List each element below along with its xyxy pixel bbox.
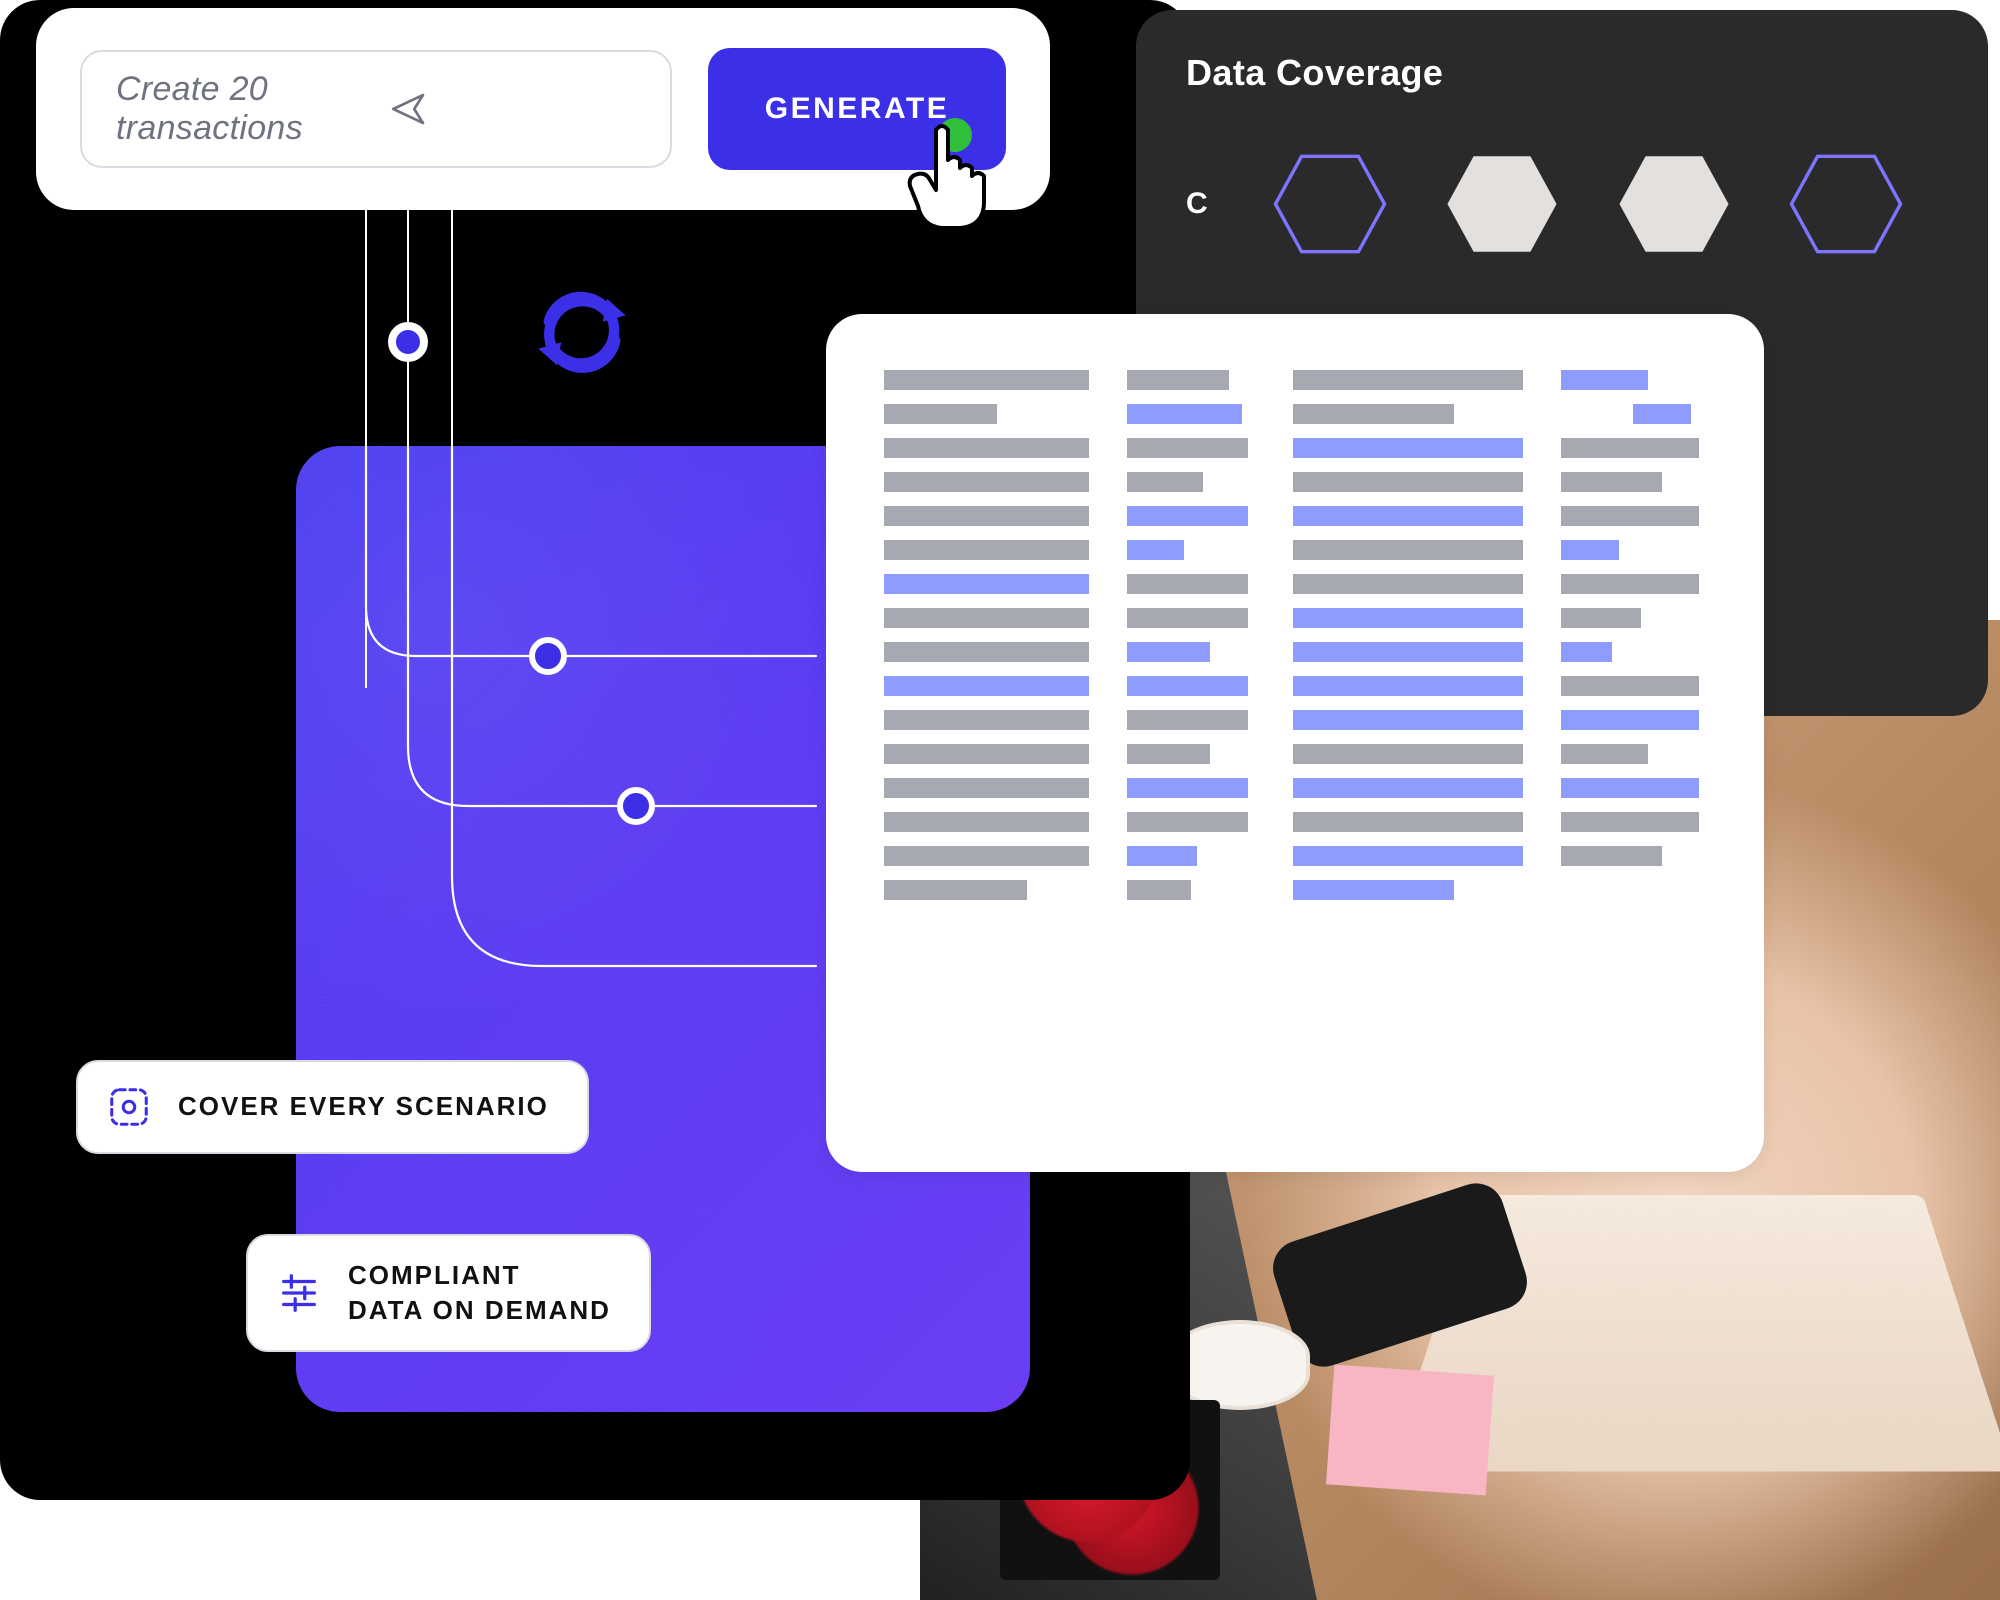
table-cell [1293,506,1523,526]
table-cell [884,438,1089,458]
table-cell [884,744,1089,764]
table-cell [1127,846,1255,866]
table-cell [1293,676,1523,696]
table-cell [1293,608,1523,628]
generate-card: Create 20 transactions GENERATE [36,8,1050,210]
table-cell [1293,370,1523,390]
table-cell [1127,472,1255,492]
table-cell [1127,404,1255,424]
table-cell [1561,778,1706,798]
table-cell [1561,540,1706,560]
table-cell [1293,404,1523,424]
table-cell [884,608,1089,628]
scan-icon [106,1084,152,1130]
table-cell [1561,608,1706,628]
table-cell [884,846,1089,866]
table-cell [1561,676,1706,696]
table-cell [1127,710,1255,730]
table-cell [884,404,1089,424]
table-cell [1561,438,1706,458]
table-cell [884,710,1089,730]
table-cell [1561,812,1706,832]
table-cell [1127,676,1255,696]
coverage-row-label: C [1186,187,1216,221]
table-cell [1127,642,1255,662]
table-cell [1561,642,1706,662]
table-cell [884,778,1089,798]
photo-sticky-note [1326,1365,1494,1496]
table-cell [1293,744,1523,764]
hexagon-icon [1616,154,1732,254]
hexagon-icon [1788,154,1904,254]
feature-label: COMPLIANT DATA ON DEMAND [348,1258,611,1328]
prompt-input[interactable]: Create 20 transactions [80,50,672,168]
table-cell [1561,472,1706,492]
table-cell [1293,540,1523,560]
feature-compliant-data-on-demand: COMPLIANT DATA ON DEMAND [246,1234,651,1352]
table-cell [1293,574,1523,594]
table-cell [1561,744,1706,764]
hexagon-icon [1444,154,1560,254]
table-cell [1561,574,1706,594]
table-cell [1127,778,1255,798]
table-cell [1127,540,1255,560]
table-cell [1293,472,1523,492]
table-cell [1127,370,1255,390]
table-cell [1561,846,1706,866]
table-cell [1561,404,1706,424]
table-cell [884,574,1089,594]
table-cell [1127,812,1255,832]
table-cell [1127,880,1255,900]
pointer-cursor-icon [902,120,992,230]
table-cell [884,880,1089,900]
table-cell [1561,506,1706,526]
table-cell [1293,710,1523,730]
data-table-card [826,314,1764,1172]
table-cell [1293,812,1523,832]
prompt-placeholder: Create 20 transactions [116,70,364,148]
data-table [884,370,1706,1116]
table-cell [884,642,1089,662]
table-cell [1293,846,1523,866]
table-cell [884,472,1089,492]
feature-cover-every-scenario: COVER EVERY SCENARIO [76,1060,589,1154]
table-cell [884,812,1089,832]
sliders-icon [276,1270,322,1316]
table-cell [1561,880,1706,900]
photo-cup [1170,1320,1310,1410]
table-cell [1127,506,1255,526]
refresh-icon [530,280,634,384]
table-cell [1293,778,1523,798]
table-cell [1127,744,1255,764]
feature-label: COVER EVERY SCENARIO [178,1089,549,1124]
table-cell [884,370,1089,390]
table-cell [884,506,1089,526]
table-cell [884,676,1089,696]
flow-node [388,322,428,362]
table-cell [1561,710,1706,730]
table-cell [1127,574,1255,594]
table-cell [1127,608,1255,628]
send-icon[interactable] [388,88,636,130]
table-cell [884,540,1089,560]
hexagon-icon [1272,154,1388,254]
table-cell [1127,438,1255,458]
table-cell [1293,880,1523,900]
table-cell [1561,370,1706,390]
data-coverage-title: Data Coverage [1186,52,1938,94]
table-cell [1293,438,1523,458]
table-cell [1293,642,1523,662]
coverage-row: C [1186,154,1938,254]
